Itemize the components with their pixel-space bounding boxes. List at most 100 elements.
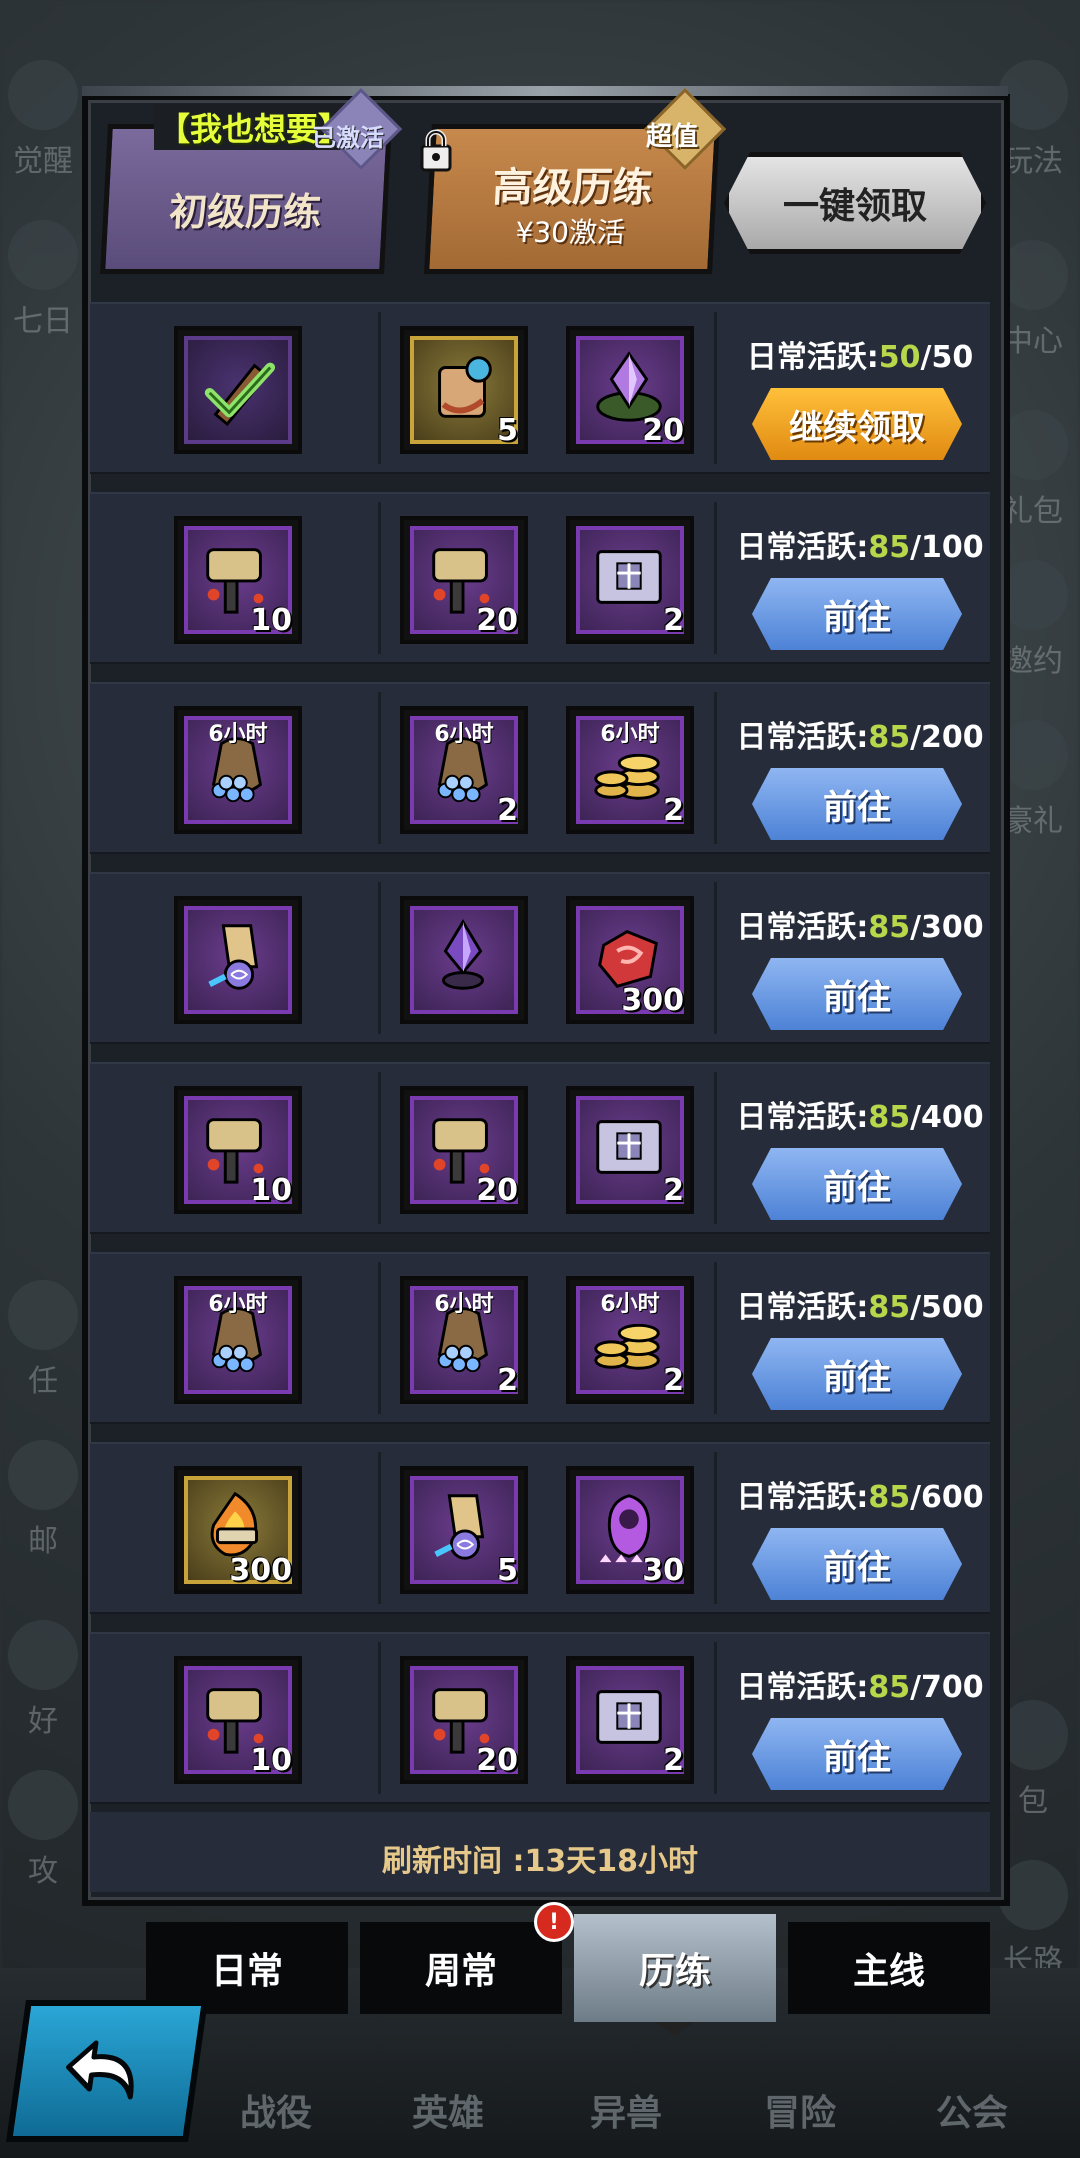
claim-all-button[interactable]: 一键领取 bbox=[724, 152, 986, 254]
activity-progress-label: 日常活跃: bbox=[736, 1480, 869, 1515]
reward-item[interactable]: 6小时 2 bbox=[566, 706, 694, 834]
reward-item-count: 20 bbox=[476, 1743, 518, 1778]
bg-left-item-label: 邮 bbox=[28, 1524, 58, 1559]
reward-item-count: 300 bbox=[229, 1553, 292, 1588]
go-button[interactable]: 前往 bbox=[752, 1718, 962, 1790]
bg-left-item-label: 七日 bbox=[13, 304, 73, 339]
activated-badge-text: 已激活 bbox=[312, 124, 384, 152]
reward-item[interactable]: 30 bbox=[566, 1466, 694, 1594]
row-divider bbox=[378, 312, 381, 464]
gift-card-icon bbox=[596, 1690, 662, 1744]
go-button[interactable]: 前往 bbox=[752, 1148, 962, 1220]
continue-claim-button[interactable]: 继续领取 bbox=[752, 388, 962, 460]
reward-item[interactable]: 6小时 2 bbox=[400, 1276, 528, 1404]
reward-item-count: 10 bbox=[250, 1743, 292, 1778]
tab-main-quest[interactable]: 主线 bbox=[788, 1922, 990, 2014]
reward-item[interactable]: 20 bbox=[566, 326, 694, 454]
reward-item[interactable]: 6小时 2 bbox=[566, 1276, 694, 1404]
reward-item-timer: 6小时 bbox=[208, 722, 268, 747]
reward-item[interactable] bbox=[174, 896, 302, 1024]
reward-item[interactable]: 300 bbox=[174, 1466, 302, 1594]
bg-left-item: 好 bbox=[0, 1620, 86, 1740]
bg-left-item: 任 bbox=[0, 1280, 86, 1400]
back-button[interactable] bbox=[6, 2000, 208, 2142]
reward-item[interactable]: 2 bbox=[566, 516, 694, 644]
bg-left-item: 觉醒 bbox=[0, 60, 86, 180]
activity-progress: 日常活跃:85/600 bbox=[730, 1472, 990, 1516]
reward-item-timer: 6小时 bbox=[434, 1292, 494, 1317]
activity-progress: 日常活跃:85/700 bbox=[730, 1662, 990, 1706]
row-divider bbox=[378, 1072, 381, 1224]
go-button[interactable]: 前往 bbox=[752, 768, 962, 840]
bg-right-item-label: 玩法 bbox=[1003, 144, 1063, 179]
row-divider bbox=[714, 1262, 717, 1414]
reward-row: 10 20 2 日常活跃:85/100 前往 bbox=[90, 492, 990, 664]
reward-item[interactable]: 10 bbox=[174, 516, 302, 644]
reward-item[interactable]: 6小时 2 bbox=[400, 706, 528, 834]
reward-item[interactable]: 6小时 bbox=[174, 1276, 302, 1404]
reward-item-count: 10 bbox=[250, 603, 292, 638]
reward-item[interactable]: 20 bbox=[400, 1656, 528, 1784]
row-divider bbox=[714, 882, 717, 1034]
reward-item[interactable] bbox=[174, 326, 302, 454]
reward-item[interactable]: 20 bbox=[400, 516, 528, 644]
bg-bottom-nav-item: 异兽 bbox=[590, 2093, 663, 2134]
activity-progress-target: /500 bbox=[910, 1290, 984, 1325]
reward-row: 6小时 6小时 2 6小时 2 日常活跃:85/200 前往 bbox=[90, 682, 990, 854]
reward-row: 10 20 2 日常活跃:85/700 前往 bbox=[90, 1632, 990, 1804]
tab-training[interactable]: 历练 bbox=[574, 1914, 776, 2036]
activity-progress-current: 85 bbox=[868, 1290, 911, 1325]
reward-item[interactable]: 20 bbox=[400, 1086, 528, 1214]
activity-progress: 日常活跃:85/400 bbox=[730, 1092, 990, 1136]
activity-progress-label: 日常活跃: bbox=[746, 340, 879, 375]
go-button[interactable]: 前往 bbox=[752, 958, 962, 1030]
go-button[interactable]: 前往 bbox=[752, 1338, 962, 1410]
reward-item-count: 300 bbox=[621, 983, 684, 1018]
reward-item[interactable]: 6小时 bbox=[174, 706, 302, 834]
reward-item-count: 2 bbox=[663, 603, 684, 638]
bg-right-item-label: 豪礼 bbox=[1003, 804, 1063, 839]
bg-menu-icon bbox=[8, 220, 78, 290]
bg-left-item: 攻 bbox=[0, 1770, 86, 1890]
bg-right-item-label: 包 bbox=[1018, 1784, 1048, 1819]
bg-left-item-label: 好 bbox=[28, 1704, 58, 1739]
reward-item[interactable]: 2 bbox=[566, 1086, 694, 1214]
reward-item-timer: 6小时 bbox=[600, 1292, 660, 1317]
bg-menu-icon bbox=[8, 1620, 78, 1690]
activity-progress-target: /100 bbox=[910, 530, 984, 565]
activity-progress-label: 日常活跃: bbox=[736, 720, 869, 755]
activity-progress-target: /50 bbox=[920, 340, 974, 375]
row-divider bbox=[714, 312, 717, 464]
reward-item[interactable] bbox=[400, 896, 528, 1024]
activity-progress-current: 85 bbox=[868, 720, 911, 755]
value-badge-text: 超值 bbox=[646, 122, 699, 152]
reward-item[interactable]: 10 bbox=[174, 1086, 302, 1214]
background-left-menu: 觉醒 七日邮任好攻 bbox=[0, 0, 90, 2158]
activity-progress-current: 85 bbox=[868, 530, 911, 565]
reward-item[interactable]: 2 bbox=[566, 1656, 694, 1784]
lock-icon bbox=[420, 129, 452, 172]
tab-weekly[interactable]: 周常 bbox=[360, 1922, 562, 2014]
scroll-claimed-icon bbox=[204, 362, 276, 427]
reward-item[interactable]: 5 bbox=[400, 326, 528, 454]
reward-item[interactable]: 10 bbox=[174, 1656, 302, 1784]
back-arrow-icon bbox=[66, 2040, 134, 2100]
row-divider bbox=[378, 692, 381, 844]
activity-progress-current: 85 bbox=[868, 1480, 911, 1515]
reward-item[interactable]: 300 bbox=[566, 896, 694, 1024]
dark-crystal-icon bbox=[442, 919, 484, 990]
gold-scroll-icon bbox=[438, 356, 492, 418]
weekly-alert-badge: ! bbox=[534, 1902, 574, 1942]
go-button[interactable]: 前往 bbox=[752, 1528, 962, 1600]
reward-item-count: 20 bbox=[476, 1173, 518, 1208]
bg-left-item: 邮 bbox=[0, 1440, 86, 1560]
activity-progress-target: /700 bbox=[910, 1670, 984, 1705]
go-button[interactable]: 前往 bbox=[752, 578, 962, 650]
reward-item[interactable]: 5 bbox=[400, 1466, 528, 1594]
reward-row: 300 5 30 日常活跃:85/600 前往 bbox=[90, 1442, 990, 1614]
activity-progress: 日常活跃:85/100 bbox=[730, 522, 990, 566]
activity-progress-label: 日常活跃: bbox=[736, 530, 869, 565]
bg-left-item-label: 攻 bbox=[28, 1854, 58, 1889]
refresh-time: 刷新时间 :13天18小时 bbox=[382, 1844, 698, 1879]
panel-top-trim bbox=[82, 86, 1008, 96]
